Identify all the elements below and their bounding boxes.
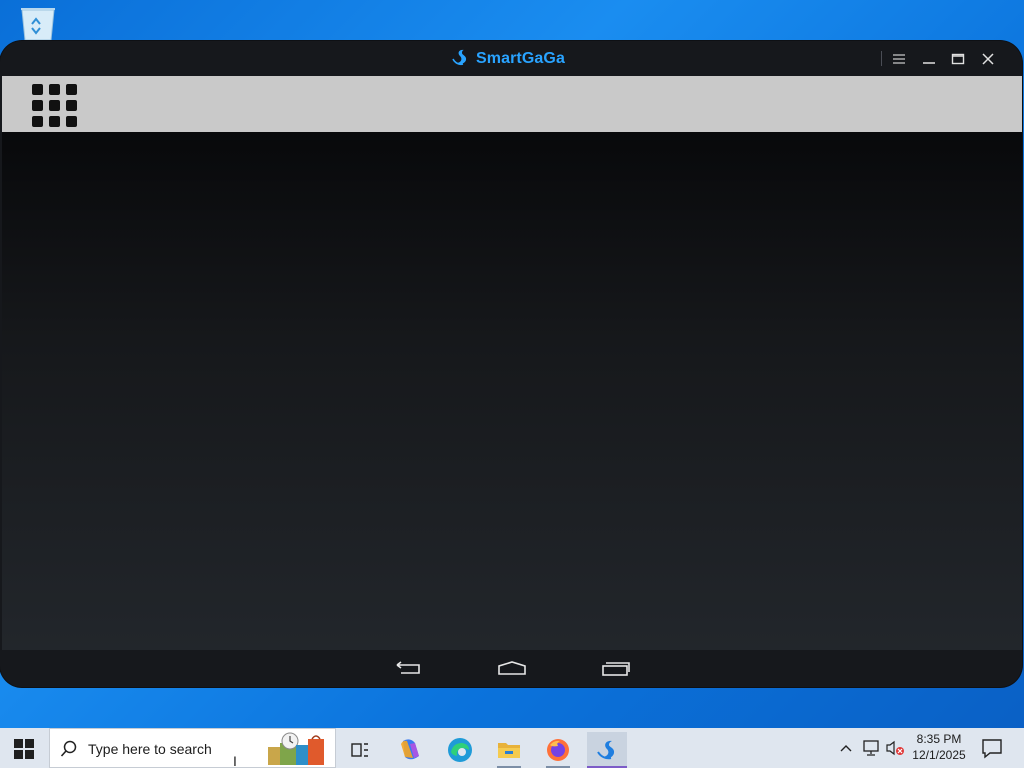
apps-grid-icon[interactable] <box>32 84 78 128</box>
text-cursor: I <box>233 753 237 768</box>
app-branding: SmartGaGa <box>450 48 565 70</box>
smartgaga-logo-icon <box>450 47 470 72</box>
firefox-icon[interactable] <box>538 732 578 768</box>
emulator-window: SmartGaGa <box>0 41 1022 687</box>
notifications-icon[interactable] <box>980 736 1004 760</box>
recents-icon[interactable] <box>600 658 632 680</box>
show-hidden-icons-chevron[interactable] <box>836 728 856 768</box>
edge-icon[interactable] <box>440 732 480 768</box>
minimize-icon[interactable] <box>918 48 940 70</box>
android-top-bar <box>2 76 1022 132</box>
clock-time: 8:35 PM <box>916 732 962 746</box>
android-screen[interactable] <box>2 132 1022 650</box>
app-title: SmartGaGa <box>476 50 565 67</box>
search-icon <box>60 740 78 758</box>
menu-icon[interactable] <box>888 48 910 70</box>
search-highlight-shopping-icon <box>260 731 332 767</box>
title-bar[interactable]: SmartGaGa <box>0 41 1022 76</box>
back-icon[interactable] <box>392 658 424 680</box>
taskbar: Type here to search I 8:35 PM 12/1/2025 <box>0 728 1024 768</box>
task-view-icon[interactable] <box>340 732 380 768</box>
windows-start-icon[interactable] <box>14 739 34 759</box>
network-icon[interactable] <box>860 728 882 768</box>
home-icon[interactable] <box>496 658 528 680</box>
title-separator <box>881 51 882 66</box>
close-icon[interactable] <box>977 48 999 70</box>
taskbar-clock[interactable]: 8:35 PM 12/1/2025 <box>902 731 976 763</box>
taskbar-search-box[interactable]: Type here to search I <box>49 728 336 768</box>
copilot-icon[interactable] <box>390 732 430 768</box>
android-nav-bar <box>0 650 1022 687</box>
smartgaga-taskbar-icon[interactable] <box>587 732 627 768</box>
clock-date: 12/1/2025 <box>912 748 966 762</box>
recycle-bin-icon[interactable] <box>18 6 60 42</box>
file-explorer-icon[interactable] <box>489 732 529 768</box>
search-placeholder: Type here to search <box>88 741 212 757</box>
maximize-icon[interactable] <box>947 48 969 70</box>
